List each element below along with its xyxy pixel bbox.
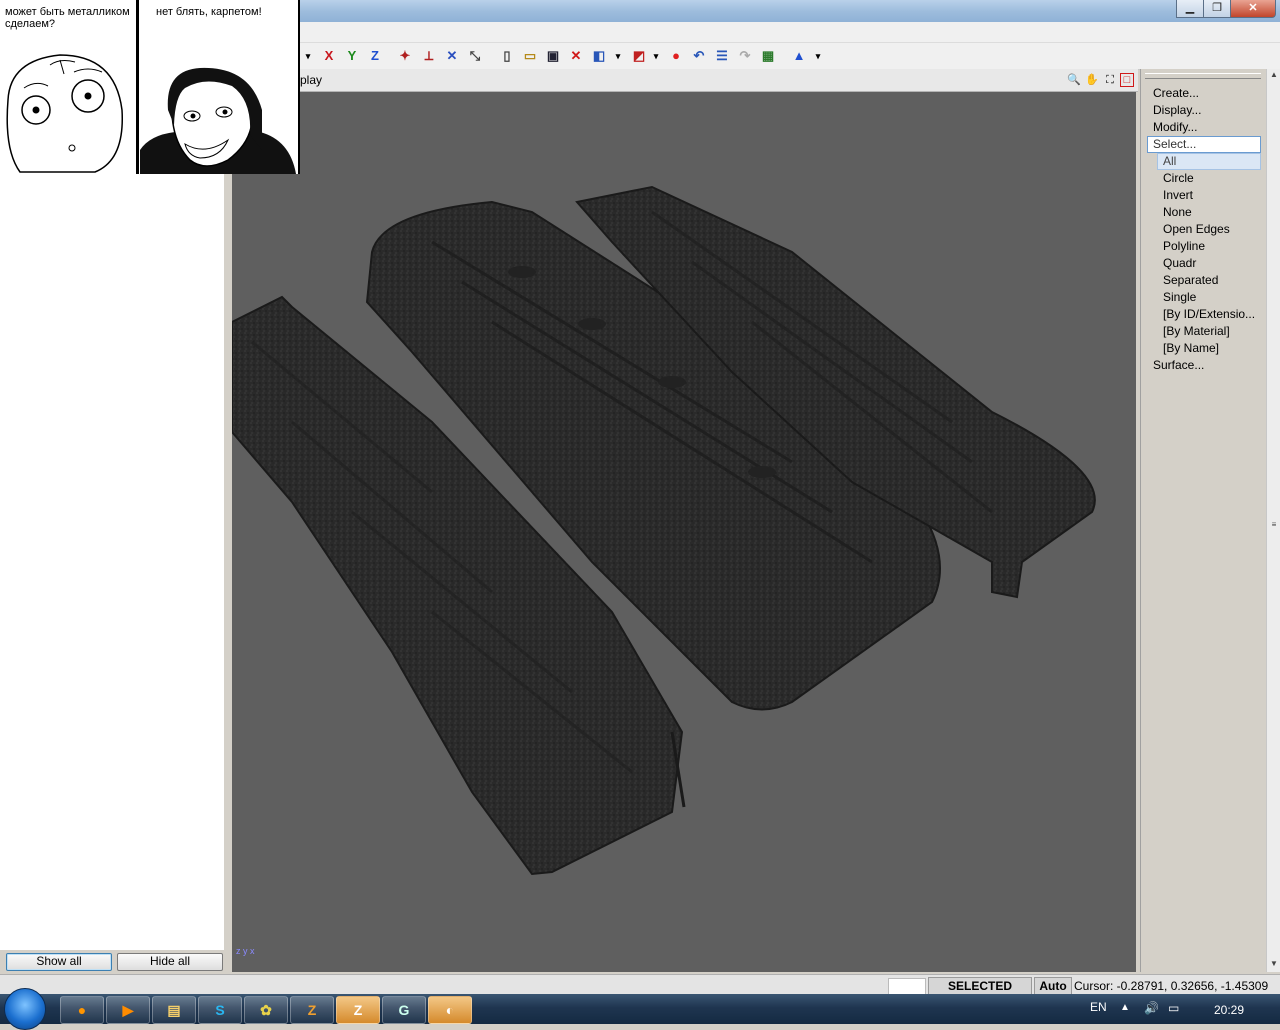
status-bar: SELECTED MODE Auto Cursor: -0.28791, 0.3…	[0, 974, 1280, 1009]
menu-select[interactable]: Select...	[1153, 137, 1196, 152]
select-none-item[interactable]: None	[1163, 205, 1192, 220]
rage-face-icon	[6, 54, 124, 173]
command-panel: ✕ Create... Display... Modify... Select.…	[1140, 69, 1279, 972]
dropdown-arrow-icon[interactable]: ▾	[304, 47, 312, 65]
menu-display[interactable]: Display...	[1153, 103, 1201, 118]
object-list-panel[interactable]	[0, 174, 232, 974]
import-dropdown-icon[interactable]: ▾	[652, 47, 660, 65]
tray-arrow-icon[interactable]: ▲	[1120, 1002, 1130, 1013]
language-indicator[interactable]: EN	[1090, 1000, 1107, 1014]
rotate-axis-icon[interactable]: ✕	[443, 47, 461, 65]
viewport-title: play	[300, 73, 323, 87]
firefox-taskbar-icon[interactable]: ●	[60, 996, 104, 1024]
panel-scrollbar[interactable]: ▲ ≡ ▼	[1266, 69, 1280, 972]
export-icon[interactable]: ◧	[590, 47, 608, 65]
skype-taskbar-icon[interactable]: S	[198, 996, 242, 1024]
pan-hand-icon[interactable]: ✋	[1084, 72, 1100, 88]
show-all-button[interactable]: Show all	[6, 953, 112, 971]
viewport-header: play 🔍 ✋ ⛶ □	[228, 69, 1138, 92]
scroll-down-icon[interactable]: ▼	[1267, 958, 1280, 970]
minimize-button[interactable]: ▁	[1176, 0, 1204, 18]
select-invert-item[interactable]: Invert	[1163, 188, 1193, 203]
axis-gizmo: z y x	[236, 946, 255, 956]
network-icon[interactable]: ▭	[1168, 1001, 1179, 1015]
select-circle-item[interactable]: Circle	[1163, 171, 1194, 186]
import-icon[interactable]: ◩	[630, 47, 648, 65]
new-file-icon[interactable]: ▯	[498, 47, 516, 65]
redo-icon[interactable]: ↷	[736, 47, 754, 65]
clock[interactable]: 20:29	[1214, 1003, 1244, 1017]
save-icon[interactable]: ▣	[544, 47, 562, 65]
zoom-icon[interactable]: 🔍	[1066, 72, 1082, 88]
main-toolbar: ▾ X Y Z ✦ ⟂ ✕ ⤡ ▯ ▭ ▣ ✕ ◧ ▾ ◩ ▾ ● ↶ ☰ ↷ …	[300, 43, 1280, 70]
mesh-render	[232, 185, 1096, 876]
scroll-thumb-grip-icon[interactable]: ≡	[1267, 519, 1280, 531]
auto-indicator[interactable]: Auto	[1034, 977, 1072, 995]
menu-modify[interactable]: Modify...	[1153, 120, 1197, 135]
select-by-name-item[interactable]: [By Name]	[1163, 341, 1219, 356]
transform-icon[interactable]: ✦	[396, 47, 414, 65]
cursor-coordinates: Cursor: -0.28791, 0.32656, -1.45309	[1074, 979, 1269, 993]
delete-icon[interactable]: ✕	[567, 47, 585, 65]
fit-view-icon[interactable]: ⛶	[1102, 72, 1118, 88]
modeler-taskbar-icon[interactable]: ◐	[428, 996, 472, 1024]
select-open-edges-item[interactable]: Open Edges	[1163, 222, 1230, 237]
menu-create[interactable]: Create...	[1153, 86, 1199, 101]
restore-button[interactable]: ❐	[1203, 0, 1231, 18]
zbrush-active-taskbar-icon[interactable]: Z	[336, 996, 380, 1024]
color-dropdown-icon[interactable]: ▾	[814, 47, 822, 65]
record-icon[interactable]: ●	[667, 47, 685, 65]
select-quadr-item[interactable]: Quadr	[1163, 256, 1196, 271]
meme-comic: может быть металликом сделаем? нет блять…	[0, 0, 300, 174]
you-dont-say-face-icon	[140, 67, 296, 174]
status-blank-field	[888, 978, 926, 995]
export-dropdown-icon[interactable]: ▾	[614, 47, 622, 65]
panel-grip[interactable]	[1145, 73, 1261, 79]
media-player-taskbar-icon[interactable]: ▶	[106, 996, 150, 1024]
axis-y-button[interactable]: Y	[343, 47, 361, 65]
undo-icon[interactable]: ↶	[690, 47, 708, 65]
settings-icon[interactable]: ▦	[759, 47, 777, 65]
scale-axis-icon[interactable]: ⤡	[466, 47, 484, 65]
volume-icon[interactable]: 🔊	[1144, 1001, 1159, 1015]
windows-taskbar: ● ▶ ▤ S ✿ Z Z G ◐ EN ▲ 🔊 ▭ 20:29	[0, 988, 1280, 1030]
open-folder-icon[interactable]: ▭	[521, 47, 539, 65]
meme-drawings	[6, 54, 296, 174]
move-axis-icon[interactable]: ⟂	[420, 47, 438, 65]
explorer-taskbar-icon[interactable]: ▤	[152, 996, 196, 1024]
scroll-up-icon[interactable]: ▲	[1267, 69, 1280, 81]
document-icon[interactable]: ☰	[713, 47, 731, 65]
select-single-item[interactable]: Single	[1163, 290, 1196, 305]
menu-surface[interactable]: Surface...	[1153, 358, 1204, 373]
axis-z-button[interactable]: Z	[366, 47, 384, 65]
g-app-taskbar-icon[interactable]: G	[382, 996, 426, 1024]
select-all-item[interactable]: All	[1163, 154, 1176, 169]
maximize-viewport-icon[interactable]: □	[1120, 73, 1134, 87]
select-by-material-item[interactable]: [By Material]	[1163, 324, 1230, 339]
selected-mode-indicator: SELECTED MODE	[928, 977, 1032, 1009]
viewport-3d[interactable]	[232, 92, 1136, 972]
axis-x-button[interactable]: X	[320, 47, 338, 65]
color-drop-icon[interactable]: ▲	[790, 47, 808, 65]
panel-frame	[224, 174, 232, 974]
select-by-id-item[interactable]: [By ID/Extensio...	[1163, 307, 1255, 322]
close-button[interactable]: ✕	[1230, 0, 1276, 18]
app-taskbar-icon[interactable]: ✿	[244, 996, 288, 1024]
hide-all-button[interactable]: Hide all	[117, 953, 223, 971]
select-polyline-item[interactable]: Polyline	[1163, 239, 1205, 254]
zbrush-taskbar-icon[interactable]: Z	[290, 996, 334, 1024]
select-separated-item[interactable]: Separated	[1163, 273, 1218, 288]
